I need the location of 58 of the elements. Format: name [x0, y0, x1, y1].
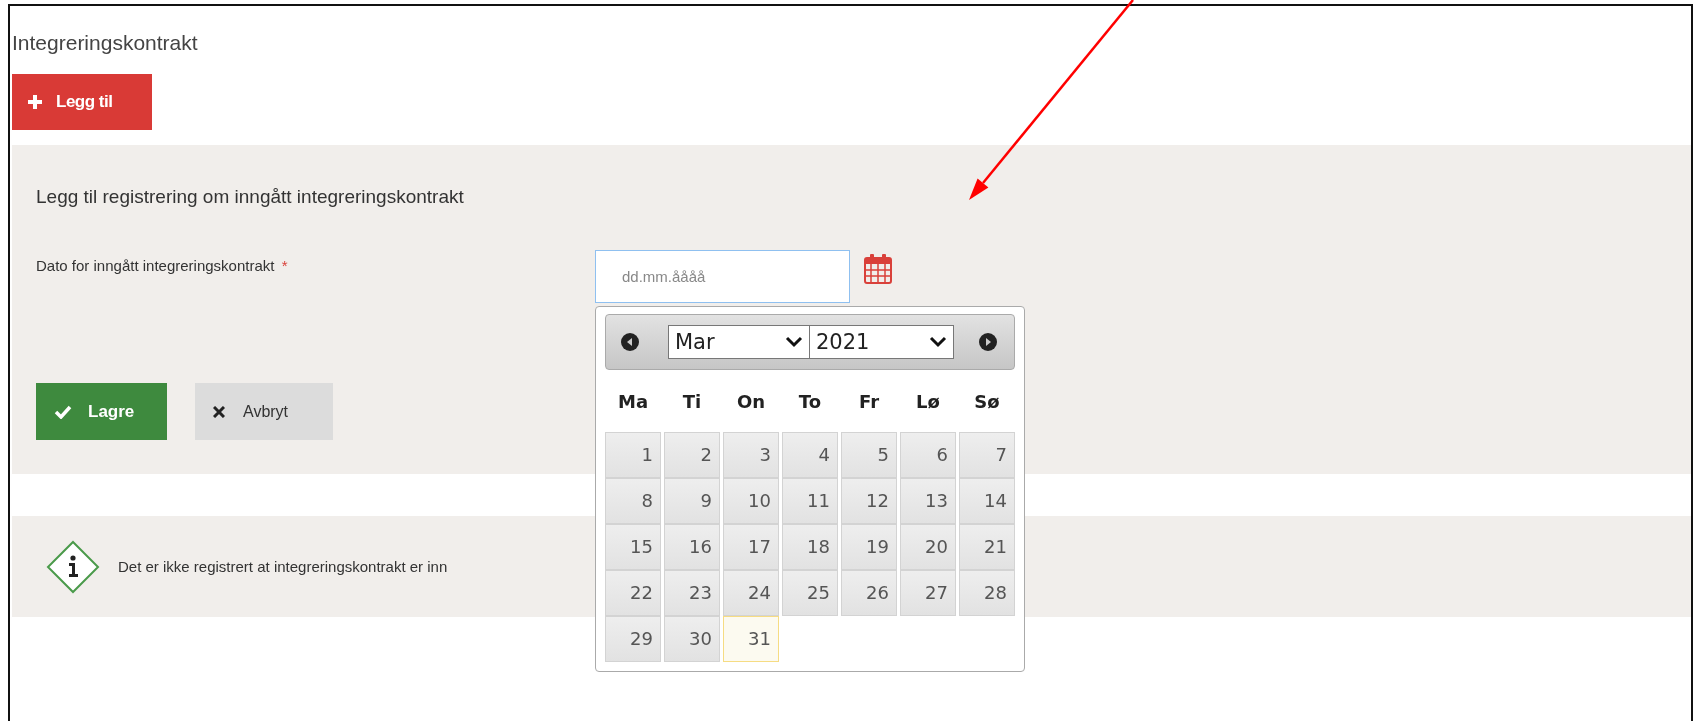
- day-cell[interactable]: 28: [959, 570, 1015, 616]
- day-cell[interactable]: 1: [605, 432, 661, 478]
- day-cell[interactable]: 24: [723, 570, 779, 616]
- chevron-down-icon: [929, 336, 947, 348]
- info-text: Det er ikke registrert at integreringskontrakt er inn: [118, 558, 448, 575]
- day-cell[interactable]: 21: [959, 524, 1015, 570]
- day-cell[interactable]: 31: [723, 616, 779, 662]
- page-title: Integreringskontrakt: [12, 30, 199, 56]
- day-cell[interactable]: 12: [841, 478, 897, 524]
- day-cell[interactable]: 7: [959, 432, 1015, 478]
- save-button[interactable]: Lagre: [36, 383, 167, 440]
- weekday-label: On: [735, 389, 767, 414]
- month-dropdown[interactable]: Mar: [668, 325, 810, 359]
- day-cell[interactable]: 15: [605, 524, 661, 570]
- day-cell[interactable]: 30: [664, 616, 720, 662]
- checkmark-icon: [54, 404, 72, 419]
- day-cell[interactable]: 13: [900, 478, 956, 524]
- day-cell[interactable]: 22: [605, 570, 661, 616]
- day-cell[interactable]: 20: [900, 524, 956, 570]
- calendar-icon[interactable]: [864, 254, 892, 284]
- year-dropdown[interactable]: 2021: [809, 325, 954, 359]
- info-icon: [46, 539, 100, 594]
- weekday-label: Fr: [858, 389, 880, 414]
- close-icon: [213, 405, 225, 418]
- day-cell[interactable]: 23: [664, 570, 720, 616]
- day-cell[interactable]: 26: [841, 570, 897, 616]
- day-cell[interactable]: 11: [782, 478, 838, 524]
- field-label: Dato for inngått integreringskontrakt: [36, 257, 275, 274]
- day-cell[interactable]: 9: [664, 478, 720, 524]
- day-cell[interactable]: 2: [664, 432, 720, 478]
- add-button[interactable]: Legg til: [12, 74, 152, 130]
- plus-icon: [28, 95, 42, 109]
- day-cell[interactable]: 19: [841, 524, 897, 570]
- previous-icon[interactable]: [620, 332, 640, 352]
- day-cell[interactable]: 17: [723, 524, 779, 570]
- weekday-label: Ma: [616, 389, 650, 414]
- day-cell[interactable]: 8: [605, 478, 661, 524]
- day-cell[interactable]: 18: [782, 524, 838, 570]
- day-cell[interactable]: 3: [723, 432, 779, 478]
- weekday-label: Lø: [915, 389, 941, 414]
- day-cell[interactable]: 6: [900, 432, 956, 478]
- day-cell[interactable]: 4: [782, 432, 838, 478]
- day-cell[interactable]: 10: [723, 478, 779, 524]
- day-cell[interactable]: 14: [959, 478, 1015, 524]
- date-field[interactable]: dd.mm.åååå: [595, 250, 850, 303]
- day-cell[interactable]: 5: [841, 432, 897, 478]
- day-cell[interactable]: 27: [900, 570, 956, 616]
- day-cell[interactable]: 16: [664, 524, 720, 570]
- chevron-down-icon: [785, 336, 803, 348]
- weekday-label: Ti: [681, 389, 703, 414]
- next-icon[interactable]: [978, 332, 998, 352]
- form-heading: Legg til registrering om inngått integreringskontrakt: [36, 185, 465, 209]
- weekday-label: Sø: [973, 389, 1001, 414]
- required-mark: *: [281, 257, 288, 274]
- weekday-label: To: [797, 389, 823, 414]
- day-cell[interactable]: 25: [782, 570, 838, 616]
- cancel-button[interactable]: Avbryt: [195, 383, 333, 440]
- day-cell[interactable]: 29: [605, 616, 661, 662]
